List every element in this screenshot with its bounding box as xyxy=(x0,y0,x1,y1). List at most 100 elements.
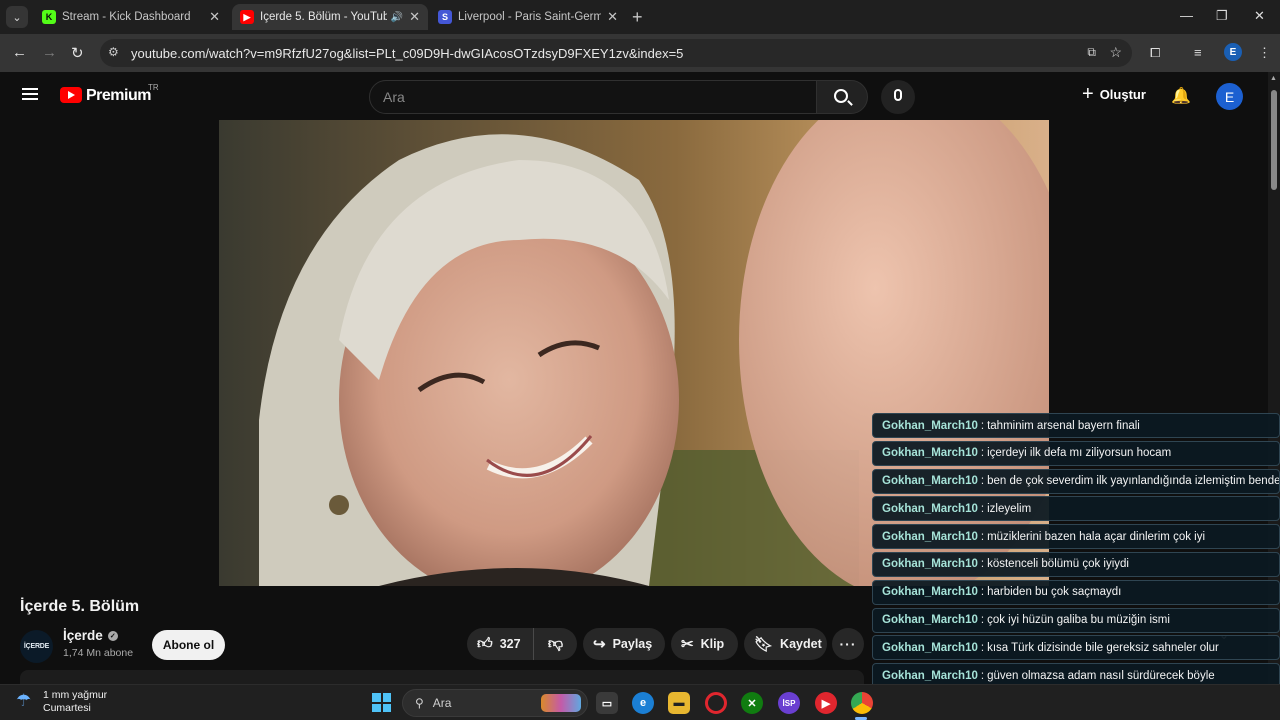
search-icon xyxy=(834,89,848,103)
chat-separator: : xyxy=(980,586,985,599)
verified-check-icon: ✓ xyxy=(107,630,118,641)
search-button[interactable] xyxy=(816,80,868,114)
subscribe-button[interactable]: Abone ol xyxy=(152,630,225,660)
window-close-icon[interactable]: ✕ xyxy=(1254,8,1265,24)
xbox-icon[interactable]: ✕ xyxy=(741,692,763,714)
reload-icon[interactable]: ↻ xyxy=(71,44,84,62)
forward-icon[interactable]: → xyxy=(42,44,57,61)
browser-menu-icon[interactable]: ⋮ xyxy=(1258,45,1271,61)
notifications-bell-icon[interactable]: 🔔 xyxy=(1171,86,1191,106)
scroll-up-icon[interactable]: ▲ xyxy=(1270,75,1277,82)
chat-message: Gokhan_March10: çok iyi hüzün galiba bu m… xyxy=(872,607,1280,633)
channel-avatar[interactable]: İÇERDE xyxy=(20,630,53,663)
tab-search-button[interactable]: ⌄ xyxy=(6,6,28,28)
install-icon[interactable]: ⧉ xyxy=(1087,45,1096,60)
browser-toolbar: ← → ↻ ⚙ youtube.com/watch?v=m9RfzfU27og&… xyxy=(0,34,1280,72)
thumbs-up-icon: 👍︎ xyxy=(477,635,493,652)
clip-button[interactable]: ✂ Klip xyxy=(671,628,738,660)
channel-name-text: İçerde xyxy=(63,628,103,643)
share-button[interactable]: ↪ Paylaş xyxy=(583,628,665,660)
close-icon[interactable]: ✕ xyxy=(209,9,220,25)
like-button[interactable]: 👍︎ 327 xyxy=(467,628,534,660)
chat-message: Gokhan_March10: kısa Türk dizisinde bile … xyxy=(872,635,1280,661)
browser-profile-avatar[interactable]: E xyxy=(1224,43,1242,61)
extensions-icon[interactable]: ⧠ xyxy=(1150,45,1160,61)
screen: ⌄ K Stream - Kick Dashboard ✕ ▶ İçerde 5… xyxy=(0,0,1280,720)
search-input[interactable] xyxy=(370,81,816,113)
save-label: Kaydet xyxy=(780,637,822,651)
chat-text: tahminim arsenal bayern finali xyxy=(987,419,1140,432)
chevron-down-icon: ⌄ xyxy=(12,11,22,24)
weather-widget[interactable]: 1 mm yağmur Cumartesi xyxy=(43,689,107,715)
address-bar[interactable]: ⚙ youtube.com/watch?v=m9RfzfU27og&list=P… xyxy=(100,39,1132,67)
chat-text: içerdeyi ilk defa mı ziliyorsun hocam xyxy=(987,447,1172,460)
youtube-logo-icon[interactable] xyxy=(60,87,82,103)
minimize-icon[interactable]: — xyxy=(1180,8,1193,23)
chat-username: Gokhan_March10 xyxy=(882,586,978,599)
tab-kick[interactable]: K Stream - Kick Dashboard ✕ xyxy=(34,4,228,30)
like-count: 327 xyxy=(499,637,521,651)
chat-text: köstenceli bölümü çok iyiydi xyxy=(987,558,1129,571)
share-icon: ↪ xyxy=(593,636,606,653)
chat-text: çok iyi hüzün galiba bu müziğin ismi xyxy=(987,614,1170,627)
search-box xyxy=(369,80,817,114)
youtube-icon: ▶ xyxy=(240,10,254,24)
task-view-icon[interactable]: ▭ xyxy=(596,692,618,714)
chat-username: Gokhan_March10 xyxy=(882,669,978,682)
chat-message: Gokhan_March10: harbiden bu çok saçmaydı xyxy=(872,579,1280,605)
weather-line2: Cumartesi xyxy=(43,702,91,714)
chat-username: Gokhan_March10 xyxy=(882,475,978,488)
youtube-brand[interactable]: Premium xyxy=(86,87,151,105)
edge-icon[interactable]: e xyxy=(632,692,654,714)
thumbs-down-icon: 👎︎ xyxy=(547,635,564,652)
menu-icon[interactable] xyxy=(22,88,38,100)
chat-message: Gokhan_March10: içerdeyi ilk defa mı zili… xyxy=(872,440,1280,466)
rain-weather-icon[interactable]: ☂ xyxy=(16,691,31,711)
channel-logo-text: İÇERDE xyxy=(23,643,50,650)
taskbar-search[interactable]: ⚲ Ara xyxy=(402,689,588,717)
scrollbar-thumb[interactable] xyxy=(1271,90,1277,190)
create-button[interactable]: + Oluştur xyxy=(1082,84,1146,104)
tab-youtube[interactable]: ▶ İçerde 5. Bölüm - YouTube 🔊 ✕ xyxy=(232,4,428,30)
close-icon[interactable]: ✕ xyxy=(607,9,618,25)
site-icon: S xyxy=(438,10,452,24)
opera-icon[interactable] xyxy=(705,692,727,714)
chat-separator: : xyxy=(980,530,985,543)
chat-separator: : xyxy=(980,614,985,627)
chat-text: müziklerini bazen hala açar dinlerim çok… xyxy=(987,530,1206,543)
chat-message: Gokhan_March10: tahminim arsenal bayern f… xyxy=(872,413,1280,438)
tab-title: Stream - Kick Dashboard xyxy=(62,11,191,23)
search-highlight-image xyxy=(541,694,581,712)
chat-username: Gokhan_March10 xyxy=(882,614,978,627)
media-control-icon[interactable]: ≡ xyxy=(1194,45,1202,60)
windows-start-icon[interactable] xyxy=(372,693,391,712)
microphone-icon xyxy=(894,89,902,101)
tab-match[interactable]: S Liverpool - Paris Saint-Germain ✕ xyxy=(430,4,626,30)
chat-text: ben de çok severdim ilk yayınlandığında … xyxy=(987,475,1280,488)
voice-search-button[interactable] xyxy=(881,80,915,114)
chat-text: kısa Türk dizisinde bile gereksiz sahnel… xyxy=(987,641,1219,654)
file-explorer-icon[interactable]: ▬ xyxy=(668,692,690,714)
speaker-icon[interactable]: 🔊 xyxy=(391,12,403,23)
clip-label: Klip xyxy=(700,637,725,651)
more-actions-button[interactable]: ··· xyxy=(832,628,864,660)
channel-name[interactable]: İçerde ✓ xyxy=(63,628,118,643)
maximize-icon[interactable]: ❐ xyxy=(1216,8,1228,24)
bookmark-star-icon[interactable]: ☆ xyxy=(1109,44,1122,61)
account-avatar[interactable]: E xyxy=(1216,83,1243,110)
chat-username: Gokhan_March10 xyxy=(882,530,978,543)
save-button[interactable]: 🔖︎ Kaydet xyxy=(744,628,827,660)
youtube-music-icon[interactable]: ▶ xyxy=(815,692,837,714)
create-label: Oluştur xyxy=(1099,86,1146,102)
site-settings-icon[interactable]: ⚙ xyxy=(108,45,119,59)
chrome-icon[interactable] xyxy=(851,692,873,714)
chat-separator: : xyxy=(980,475,985,488)
back-icon[interactable]: ← xyxy=(12,44,27,61)
close-icon[interactable]: ✕ xyxy=(409,9,420,25)
taskbar-search-label: Ara xyxy=(432,696,452,710)
new-tab-button[interactable]: + xyxy=(632,7,643,28)
isp-app-icon[interactable]: İSP xyxy=(778,692,800,714)
description-box[interactable] xyxy=(20,670,864,684)
url-text[interactable]: youtube.com/watch?v=m9RfzfU27og&list=PLt… xyxy=(131,46,683,61)
dislike-button[interactable]: 👎︎ xyxy=(534,635,577,653)
